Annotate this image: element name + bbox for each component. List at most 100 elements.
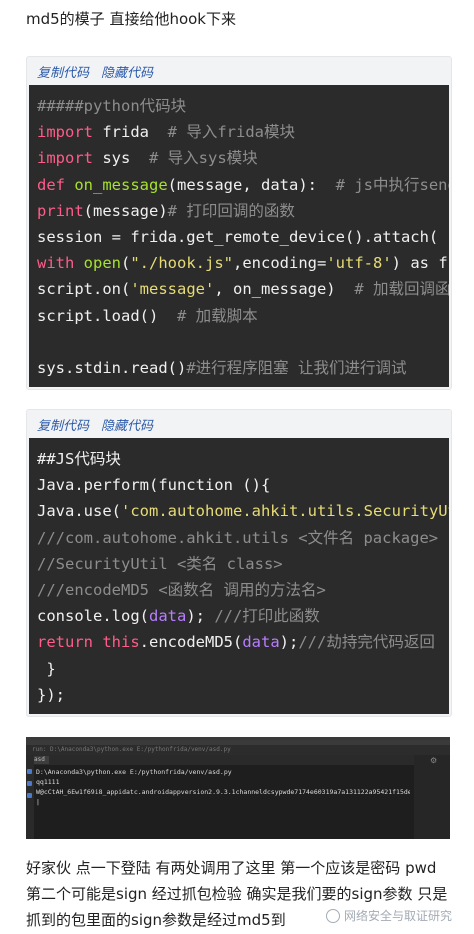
code-token: }); [37, 685, 65, 704]
code-line [37, 329, 449, 355]
code-token: data [242, 633, 280, 652]
code-token: # 打印回调的函数 [167, 201, 295, 220]
code-token: ///劫持完代码返回 [298, 633, 435, 652]
code-token: 'utf-8' [326, 254, 392, 273]
code-token: ,encoding= [233, 254, 327, 273]
code-token: ##JS代码块 [37, 450, 121, 468]
watermark: 网络安全与取证研究 [325, 907, 452, 924]
code-token: frida [93, 123, 168, 142]
ide-run-header: run: D:\Anaconda3\python.exe E:/pythonfr… [26, 745, 450, 755]
code-token: script.load() [37, 306, 177, 325]
code-token: open [83, 254, 121, 273]
code-token: , on_message) [214, 280, 355, 299]
code-token: sys.stdin.read() [37, 358, 187, 377]
ide-console-screenshot: run: D:\Anaconda3\python.exe E:/pythonfr… [26, 737, 450, 839]
console-output: D:\Anaconda3\python.exe E:/pythonfrida/v… [36, 767, 410, 835]
run-tab-row: asd [26, 755, 450, 765]
code-token: 'message' [130, 280, 215, 299]
copy-code-button[interactable]: 复制代码 [37, 62, 89, 81]
code-token: script.on( [37, 280, 131, 299]
code-toolbar: 复制代码 隐藏代码 [27, 57, 451, 85]
console-line: D:\Anaconda3\python.exe E:/pythonfrida/v… [36, 768, 232, 776]
code-line: ##JS代码块 [37, 446, 449, 472]
console-line: | [36, 798, 40, 806]
code-line: def on_message(message, data): # js中执行se… [37, 172, 449, 198]
console-line: W@cCtAH_6Ew1f69i8_appidatc.androidappver… [36, 788, 410, 796]
code-token: Java.perform(function (){ [37, 476, 271, 495]
hide-code-button[interactable]: 隐藏代码 [101, 415, 153, 434]
code-token: #进行程序阻塞 让我们进行调试 [186, 358, 407, 377]
code-token: ) as f: [391, 254, 449, 273]
code-line: return this.encodeMD5(data);///劫持完代码返回 [37, 629, 449, 655]
code-token: # js中执行send函数后要回调的函数 [335, 175, 449, 194]
wechat-icon [325, 908, 340, 923]
code-line: import frida # 导入frida模块 [37, 119, 449, 145]
code-token: } [37, 659, 56, 678]
code-token: # 导入frida模块 [167, 123, 295, 142]
code-token: //SecurityUtil <类名 class> [37, 554, 283, 573]
code-line: } [37, 656, 449, 682]
hide-code-button[interactable]: 隐藏代码 [101, 62, 153, 81]
intro-text: md5的模子 直接给他hook下来 [26, 10, 236, 28]
code-line: //SecurityUtil <类名 class> [37, 551, 449, 577]
code-token: this [102, 633, 140, 652]
code-token: return [37, 633, 93, 652]
code-token: (message, data): [167, 175, 336, 194]
code-line: console.log(data); ///打印此函数 [37, 603, 449, 629]
code-line: print(message)# 打印回调的函数 [37, 198, 449, 224]
code-token: print [37, 201, 84, 220]
python-code-body[interactable]: #####python代码块 import frida # 导入frida模块 im… [29, 85, 449, 388]
code-line: import sys # 导入sys模块 [37, 145, 449, 171]
code-token: ///打印此函数 [214, 607, 320, 626]
code-line: session = frida.get_remote_device().atta… [37, 224, 449, 250]
code-token: ); [279, 633, 299, 652]
code-line: Java.use('com.autohome.ahkit.utils.Secur… [37, 498, 449, 524]
code-token: ///com.autohome.ahkit.utils <文件名 package… [37, 528, 439, 547]
code-line: script.load() # 加载脚本 [37, 303, 449, 329]
code-line: sys.stdin.read()#进行程序阻塞 让我们进行调试 [37, 355, 449, 381]
code-token: on_message [74, 175, 168, 194]
js-code-card: 复制代码 隐藏代码 ##JS代码块 Java.perform(function (… [26, 409, 452, 717]
console-line: qq1111 [36, 778, 60, 786]
gear-icon[interactable]: ⚙ [430, 757, 438, 765]
python-icon [27, 793, 32, 798]
code-line: ///encodeMD5 <函数名 调用的方法名> [37, 577, 449, 603]
code-token: console.log( [37, 607, 149, 626]
python-code-card: 复制代码 隐藏代码 #####python代码块 import frida # 导… [26, 56, 452, 391]
console-gutter [26, 755, 34, 839]
code-line: Java.perform(function (){ [37, 472, 449, 498]
code-line: with open("./hook.js",encoding='utf-8') … [37, 250, 449, 276]
ide-menu-bar [26, 737, 450, 745]
copy-code-button[interactable]: 复制代码 [37, 415, 89, 434]
code-token: Java.use( [37, 502, 121, 521]
code-line: }); [37, 682, 449, 708]
python-icon [27, 769, 32, 774]
code-token: sys [93, 149, 149, 168]
code-line: #####python代码块 [37, 93, 449, 119]
code-token: session = frida.get_remote_device().atta… [37, 227, 439, 246]
code-toolbar: 复制代码 隐藏代码 [27, 410, 451, 438]
python-icon [27, 781, 32, 786]
code-token: "./hook.js" [130, 254, 233, 273]
code-token: # 加载回调函数 [354, 280, 449, 299]
code-token: # 导入sys模块 [149, 149, 258, 168]
code-token: def [37, 175, 65, 194]
js-code-body[interactable]: ##JS代码块 Java.perform(function (){ Java.use… [29, 438, 449, 714]
code-token: #####python代码块 [37, 97, 187, 115]
code-token: 'com.autohome.ahkit.utils.SecurityUtil' [121, 502, 449, 521]
code-line: script.on('message', on_message) # 加载回调函… [37, 276, 449, 302]
code-token: ( [121, 254, 131, 273]
code-token: import [37, 123, 93, 142]
code-token: ); [186, 607, 215, 626]
code-token: import [37, 149, 93, 168]
code-token: data [148, 607, 187, 626]
code-token: (message) [83, 201, 168, 220]
ide-side-panel [414, 755, 450, 839]
code-line: ///com.autohome.ahkit.utils <文件名 package… [37, 525, 449, 551]
code-token: .encodeMD5( [139, 633, 243, 652]
watermark-text: 网络安全与取证研究 [343, 909, 452, 923]
